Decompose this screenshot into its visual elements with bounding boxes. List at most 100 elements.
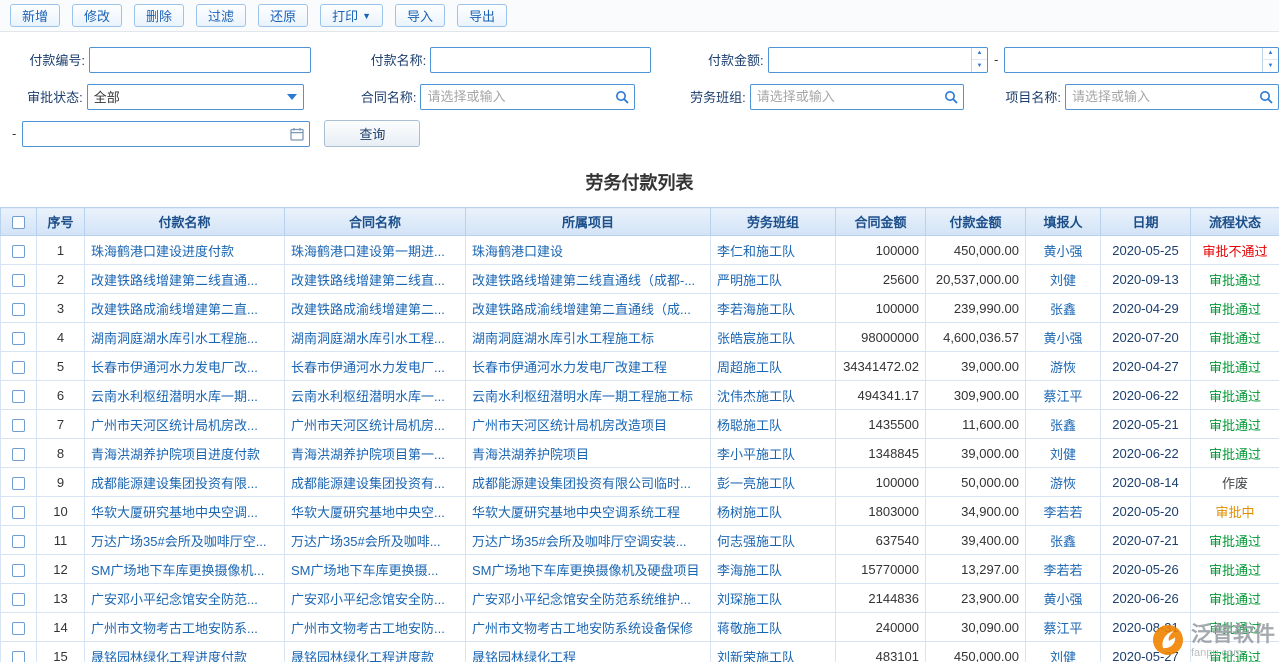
payment-name-link[interactable]: 青海洪湖养护院项目进度付款 xyxy=(85,439,285,468)
table-row[interactable]: 4湖南洞庭湖水库引水工程施...湖南洞庭湖水库引水工程...湖南洞庭湖水库引水工… xyxy=(1,323,1279,352)
row-checkbox[interactable] xyxy=(12,593,25,606)
contract-name-link[interactable]: 改建铁路成渝线增建第二... xyxy=(285,294,466,323)
search-icon[interactable] xyxy=(610,85,634,109)
row-checkbox[interactable] xyxy=(12,622,25,635)
contract-name-link[interactable]: 晟铭园林绿化工程进度款 xyxy=(285,642,466,662)
reporter-link[interactable]: 张鑫 xyxy=(1026,294,1101,323)
payment-name-link[interactable]: 成都能源建设集团投资有限... xyxy=(85,468,285,497)
contract-name-link[interactable]: 华软大厦研究基地中央空... xyxy=(285,497,466,526)
labor-team-link[interactable]: 蒋敬施工队 xyxy=(711,613,836,642)
column-header-status[interactable]: 流程状态 xyxy=(1191,208,1279,236)
column-header-index[interactable]: 序号 xyxy=(37,208,85,236)
payment-name-link[interactable]: 长春市伊通河水力发电厂改... xyxy=(85,352,285,381)
payment-name-link[interactable]: 改建铁路成渝线增建第二直... xyxy=(85,294,285,323)
import-button[interactable]: 导入 xyxy=(395,4,445,27)
project-name-link[interactable]: 改建铁路线增建第二线直通线（成都-... xyxy=(466,265,711,294)
spinner-down-icon[interactable]: ▼ xyxy=(972,60,987,72)
payment-name-link[interactable]: 晟铭园林绿化工程进度付款 xyxy=(85,642,285,662)
payment-amount-from-input[interactable] xyxy=(769,48,971,72)
labor-team-link[interactable]: 杨树施工队 xyxy=(711,497,836,526)
reporter-link[interactable]: 游恢 xyxy=(1026,352,1101,381)
labor-team-link[interactable]: 李若海施工队 xyxy=(711,294,836,323)
table-row[interactable]: 15晟铭园林绿化工程进度付款晟铭园林绿化工程进度款晟铭园林绿化工程刘新荣施工队4… xyxy=(1,642,1279,662)
table-row[interactable]: 12SM广场地下车库更换摄像机...SM广场地下车库更换摄...SM广场地下车库… xyxy=(1,555,1279,584)
reporter-link[interactable]: 张鑫 xyxy=(1026,410,1101,439)
labor-team-link[interactable]: 彭一亮施工队 xyxy=(711,468,836,497)
labor-team-link[interactable]: 刘新荣施工队 xyxy=(711,642,836,662)
row-checkbox[interactable] xyxy=(12,506,25,519)
table-row[interactable]: 5长春市伊通河水力发电厂改...长春市伊通河水力发电厂...长春市伊通河水力发电… xyxy=(1,352,1279,381)
spinner-up-icon[interactable]: ▲ xyxy=(972,48,987,61)
contract-name-link[interactable]: 长春市伊通河水力发电厂... xyxy=(285,352,466,381)
project-name-link[interactable]: 云南水利枢纽潜明水库一期工程施工标 xyxy=(466,381,711,410)
contract-name-link[interactable]: 珠海鹤港口建设第一期进... xyxy=(285,236,466,265)
filter-button[interactable]: 过滤 xyxy=(196,4,246,27)
date-input[interactable] xyxy=(23,122,285,146)
column-header-payment-name[interactable]: 付款名称 xyxy=(85,208,285,236)
row-checkbox[interactable] xyxy=(12,390,25,403)
contract-name-link[interactable]: SM广场地下车库更换摄... xyxy=(285,555,466,584)
contract-name-link[interactable]: 广州市文物考古工地安防... xyxy=(285,613,466,642)
contract-name-link[interactable]: 广州市天河区统计局机房... xyxy=(285,410,466,439)
labor-team-link[interactable]: 李小平施工队 xyxy=(711,439,836,468)
column-header-contract-name[interactable]: 合同名称 xyxy=(285,208,466,236)
payment-name-input[interactable] xyxy=(431,48,649,72)
row-checkbox[interactable] xyxy=(12,361,25,374)
table-row[interactable]: 6云南水利枢纽潜明水库一期...云南水利枢纽潜明水库一...云南水利枢纽潜明水库… xyxy=(1,381,1279,410)
approval-status-select[interactable]: 全部 xyxy=(87,84,304,110)
reporter-link[interactable]: 刘健 xyxy=(1026,265,1101,294)
project-name-input[interactable] xyxy=(1066,85,1254,109)
select-all-checkbox[interactable] xyxy=(12,216,25,229)
row-checkbox[interactable] xyxy=(12,274,25,287)
table-row[interactable]: 3改建铁路成渝线增建第二直...改建铁路成渝线增建第二...改建铁路成渝线增建第… xyxy=(1,294,1279,323)
row-checkbox[interactable] xyxy=(12,303,25,316)
table-row[interactable]: 10华软大厦研究基地中央空调...华软大厦研究基地中央空...华软大厦研究基地中… xyxy=(1,497,1279,526)
row-checkbox[interactable] xyxy=(12,535,25,548)
labor-team-link[interactable]: 刘琛施工队 xyxy=(711,584,836,613)
reporter-link[interactable]: 黄小强 xyxy=(1026,584,1101,613)
row-checkbox[interactable] xyxy=(12,419,25,432)
labor-team-link[interactable]: 沈伟杰施工队 xyxy=(711,381,836,410)
project-name-link[interactable]: SM广场地下车库更换摄像机及硬盘项目 xyxy=(466,555,711,584)
spinner-up-icon[interactable]: ▲ xyxy=(1263,48,1278,61)
table-row[interactable]: 1珠海鹤港口建设进度付款珠海鹤港口建设第一期进...珠海鹤港口建设李仁和施工队1… xyxy=(1,236,1279,265)
contract-name-input[interactable] xyxy=(421,85,610,109)
payment-name-link[interactable]: SM广场地下车库更换摄像机... xyxy=(85,555,285,584)
search-icon[interactable] xyxy=(1254,85,1278,109)
table-row[interactable]: 11万达广场35#会所及咖啡厅空...万达广场35#会所及咖啡...万达广场35… xyxy=(1,526,1279,555)
labor-team-link[interactable]: 杨聪施工队 xyxy=(711,410,836,439)
restore-button[interactable]: 还原 xyxy=(258,4,308,27)
payment-name-link[interactable]: 改建铁路线增建第二线直通... xyxy=(85,265,285,294)
column-header-date[interactable]: 日期 xyxy=(1101,208,1191,236)
reporter-link[interactable]: 游恢 xyxy=(1026,468,1101,497)
reporter-link[interactable]: 李若若 xyxy=(1026,555,1101,584)
reporter-link[interactable]: 李若若 xyxy=(1026,497,1101,526)
project-name-link[interactable]: 万达广场35#会所及咖啡厅空调安装... xyxy=(466,526,711,555)
reporter-link[interactable]: 蔡江平 xyxy=(1026,613,1101,642)
contract-name-link[interactable]: 湖南洞庭湖水库引水工程... xyxy=(285,323,466,352)
row-checkbox[interactable] xyxy=(12,332,25,345)
contract-name-link[interactable]: 云南水利枢纽潜明水库一... xyxy=(285,381,466,410)
project-name-link[interactable]: 青海洪湖养护院项目 xyxy=(466,439,711,468)
project-name-link[interactable]: 长春市伊通河水力发电厂改建工程 xyxy=(466,352,711,381)
project-name-link[interactable]: 广安邓小平纪念馆安全防范系统维护... xyxy=(466,584,711,613)
payment-name-link[interactable]: 万达广场35#会所及咖啡厅空... xyxy=(85,526,285,555)
edit-button[interactable]: 修改 xyxy=(72,4,122,27)
spinner-down-icon[interactable]: ▼ xyxy=(1263,60,1278,72)
table-row[interactable]: 9成都能源建设集团投资有限...成都能源建设集团投资有...成都能源建设集团投资… xyxy=(1,468,1279,497)
labor-team-link[interactable]: 李仁和施工队 xyxy=(711,236,836,265)
payment-name-link[interactable]: 湖南洞庭湖水库引水工程施... xyxy=(85,323,285,352)
table-row[interactable]: 2改建铁路线增建第二线直通...改建铁路线增建第二线直...改建铁路线增建第二线… xyxy=(1,265,1279,294)
row-checkbox[interactable] xyxy=(12,477,25,490)
table-row[interactable]: 8青海洪湖养护院项目进度付款青海洪湖养护院项目第一...青海洪湖养护院项目李小平… xyxy=(1,439,1279,468)
table-row[interactable]: 14广州市文物考古工地安防系...广州市文物考古工地安防...广州市文物考古工地… xyxy=(1,613,1279,642)
payment-name-link[interactable]: 广州市天河区统计局机房改... xyxy=(85,410,285,439)
column-header-team[interactable]: 劳务班组 xyxy=(711,208,836,236)
project-name-link[interactable]: 珠海鹤港口建设 xyxy=(466,236,711,265)
contract-name-link[interactable]: 青海洪湖养护院项目第一... xyxy=(285,439,466,468)
search-button[interactable]: 查询 xyxy=(324,120,420,147)
payment-amount-to-input[interactable] xyxy=(1005,48,1262,72)
column-header-project[interactable]: 所属项目 xyxy=(466,208,711,236)
project-name-link[interactable]: 华软大厦研究基地中央空调系统工程 xyxy=(466,497,711,526)
labor-team-link[interactable]: 周超施工队 xyxy=(711,352,836,381)
